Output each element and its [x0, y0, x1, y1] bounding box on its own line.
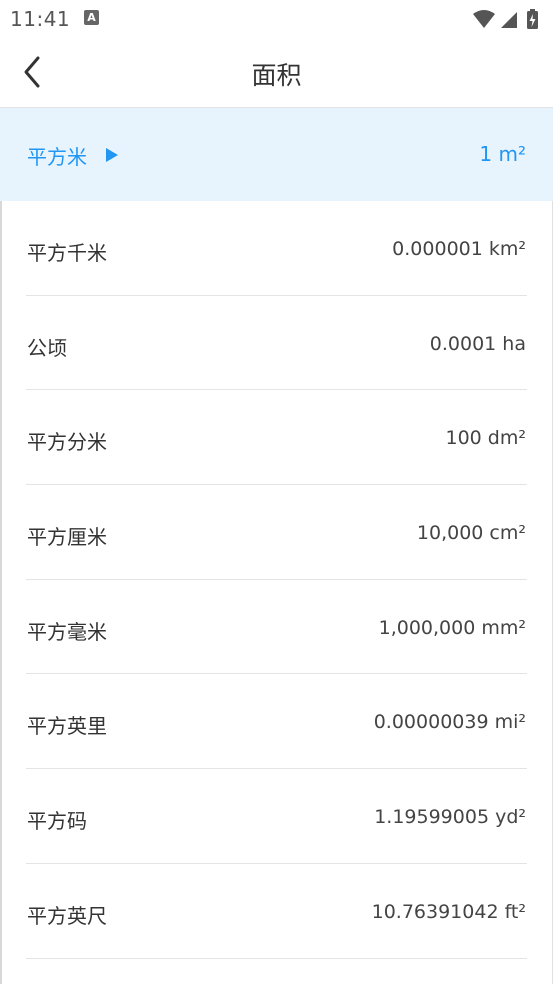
unit-row-square-foot[interactable]: 平方英尺 10.76391042 ft² — [0, 864, 553, 959]
selected-unit-value[interactable]: 1 m² — [479, 142, 526, 166]
unit-value: 1,000,000 mm² — [378, 616, 526, 639]
battery-charging-icon — [527, 9, 538, 29]
notification-app-icon: A — [84, 10, 99, 25]
unit-name: 公顷 — [27, 335, 67, 360]
unit-row-square-kilometer[interactable]: 平方千米 0.000001 km² — [0, 201, 553, 296]
unit-row-square-millimeter[interactable]: 平方毫米 1,000,000 mm² — [0, 580, 553, 675]
unit-value: 100 dm² — [445, 427, 527, 450]
unit-row-square-decimeter[interactable]: 平方分米 100 dm² — [0, 390, 553, 485]
unit-value: 10,000 cm² — [416, 522, 526, 545]
unit-row-square-mile[interactable]: 平方英里 0.00000039 mi² — [0, 674, 553, 769]
unit-value: 1.19599005 yd² — [374, 806, 526, 829]
unit-value: 0.00000039 mi² — [373, 711, 526, 734]
unit-name: 平方分米 — [27, 430, 107, 455]
unit-list: 平方千米 0.000001 km² 公顷 0.0001 ha 平方分米 100 … — [0, 201, 553, 959]
unit-name: 平方厘米 — [27, 525, 107, 550]
unit-name: 平方码 — [27, 809, 87, 834]
cell-signal-icon — [501, 12, 517, 28]
wifi-icon — [473, 10, 495, 28]
unit-name: 平方千米 — [27, 241, 107, 265]
nav-bar: 面积 — [0, 38, 553, 108]
selected-unit-row[interactable]: 平方米 1 m² — [0, 108, 553, 201]
unit-value: 10.76391042 ft² — [371, 900, 526, 923]
triangle-right-icon — [106, 148, 118, 162]
status-time: 11:41 — [10, 7, 71, 31]
status-icons — [471, 8, 543, 30]
unit-row-square-yard[interactable]: 平方码 1.19599005 yd² — [0, 769, 553, 864]
unit-name: 平方英里 — [27, 714, 107, 739]
selected-unit-name: 平方米 — [27, 145, 87, 169]
unit-name: 平方毫米 — [27, 619, 107, 644]
page-title: 面积 — [251, 61, 302, 90]
unit-value: 0.0001 ha — [429, 332, 526, 355]
status-bar: 11:41 A — [0, 0, 553, 38]
unit-row-hectare[interactable]: 公顷 0.0001 ha — [0, 296, 553, 391]
unit-value: 0.000001 km² — [392, 238, 526, 260]
unit-row-square-centimeter[interactable]: 平方厘米 10,000 cm² — [0, 485, 553, 580]
unit-name: 平方英尺 — [27, 903, 107, 928]
